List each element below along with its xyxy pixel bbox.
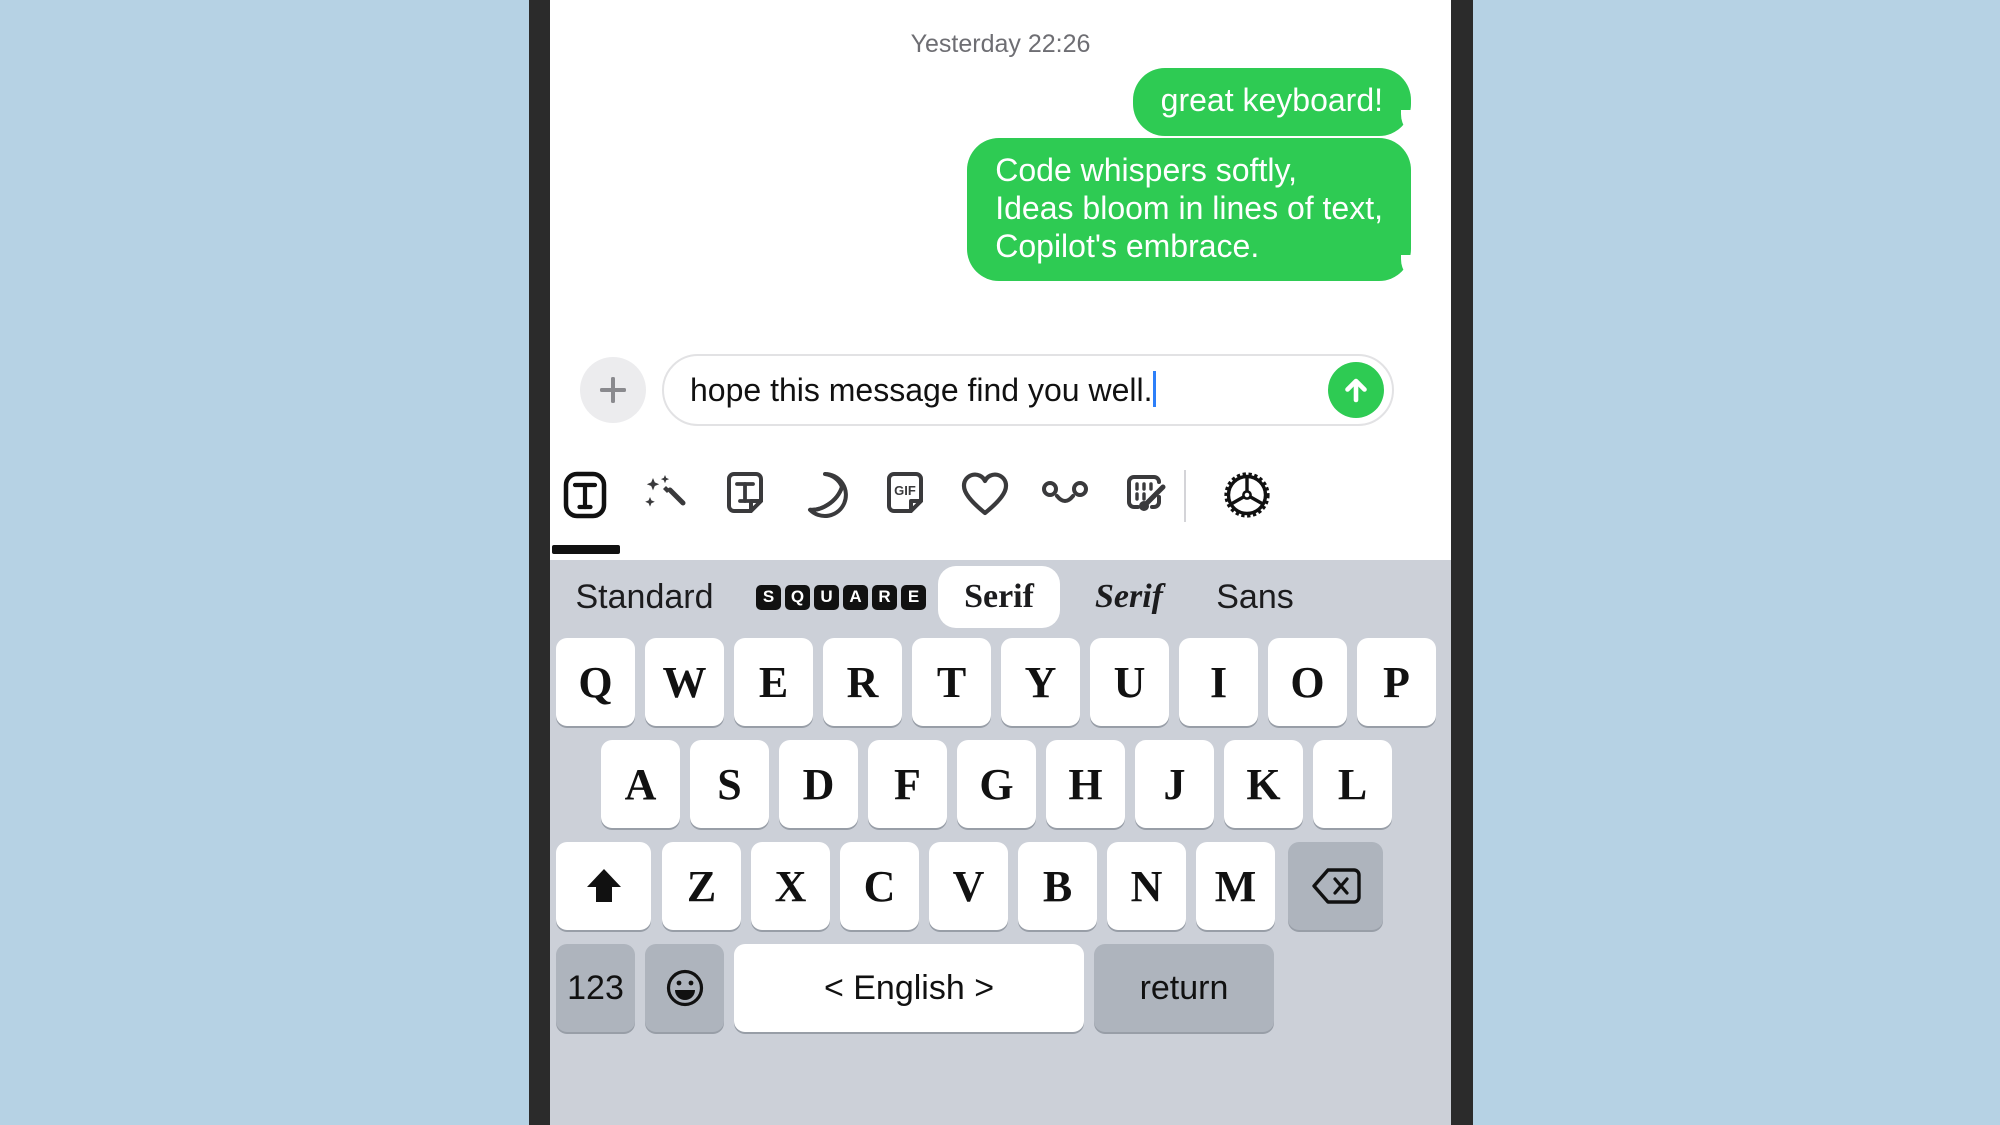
key-n[interactable]: N [1107,842,1186,930]
key-h[interactable]: H [1046,740,1125,828]
message-bubble-outgoing[interactable]: great keyboard! [1132,68,1424,136]
key-g[interactable]: G [957,740,1036,828]
text-sticker-icon [727,472,763,513]
backspace-delete-icon [1311,868,1361,904]
key-l[interactable]: L [1313,740,1392,828]
sticker-peel-icon [808,472,848,518]
font-style-square[interactable]: S Q U A R E [756,566,926,628]
key-q[interactable]: Q [556,638,635,726]
key-o[interactable]: O [1268,638,1347,726]
key-space-language[interactable]: < English > [734,944,1084,1032]
key-s[interactable]: S [690,740,769,828]
square-letter: R [872,584,897,610]
keyboard-toolbar: GIF [550,446,1451,560]
emoji-smiley-icon [666,969,703,1007]
font-style-selector: Standard S Q U A R E Serif Serif Sans [550,560,1451,633]
kaomoji-button[interactable] [1034,464,1096,526]
plus-icon [600,377,626,403]
keyboard-row: A S D F G H J K L [550,740,1451,828]
key-a[interactable]: A [601,740,680,828]
active-tool-indicator [552,545,620,554]
font-style-sans[interactable]: Sans [1200,566,1310,628]
key-return[interactable]: return [1094,944,1274,1032]
key-backspace[interactable] [1288,842,1383,930]
square-letters: S Q U A R E [756,584,926,610]
font-style-serif-bold[interactable]: Serif [938,566,1060,628]
message-input-text: hope this message find you well. [690,372,1153,408]
key-e[interactable]: E [734,638,813,726]
square-letter: E [901,584,926,610]
magic-wand-sparkles-icon [645,475,686,507]
ai-magic-wand-button[interactable] [634,464,696,526]
text-tool-button[interactable] [554,464,616,526]
key-w[interactable]: W [645,638,724,726]
key-m[interactable]: M [1196,842,1275,930]
key-x[interactable]: X [751,842,830,930]
key-r[interactable]: R [823,638,902,726]
key-d[interactable]: D [779,740,858,828]
keyboard-row: 123 < English > return [550,944,1451,1032]
shift-arrow-up-icon [586,869,621,902]
favorites-button[interactable] [954,464,1016,526]
key-u[interactable]: U [1090,638,1169,726]
keyboard-paintbrush-icon [1127,475,1166,511]
square-letter: Q [785,584,810,610]
square-letter: S [756,584,781,610]
gear-icon [1224,472,1270,518]
sticker-button[interactable] [794,464,856,526]
text-tool-icon [563,471,607,519]
add-attachment-button[interactable] [580,357,646,423]
phone-screen: Yesterday 22:26 great keyboard! Code whi… [550,0,1451,1125]
conversation-timestamp: Yesterday 22:26 [910,30,1091,58]
key-p[interactable]: P [1357,638,1436,726]
keyboard-row: Z X C V B N M [550,842,1451,930]
svg-text:GIF: GIF [894,483,916,498]
key-i[interactable]: I [1179,638,1258,726]
send-arrow-up-icon [1345,378,1367,403]
gif-icon: GIF [887,472,923,513]
font-style-serif-italic[interactable]: Serif [1070,566,1188,628]
keyboard-row: Q W E R T Y U I O P [550,638,1451,726]
conversation-thread: Yesterday 22:26 great keyboard! Code whi… [550,0,1451,350]
text-cursor [1153,371,1157,407]
message-input-bar: hope this message find you well. [550,348,1451,446]
message-text-field[interactable]: hope this message find you well. [662,354,1394,426]
key-y[interactable]: Y [1001,638,1080,726]
message-input-value[interactable]: hope this message find you well. [690,356,1157,424]
keyboard-settings-button[interactable] [1216,464,1278,526]
key-t[interactable]: T [912,638,991,726]
square-letter: A [843,584,868,610]
text-sticker-button[interactable] [714,464,776,526]
key-numeric-switch[interactable]: 123 [556,944,635,1032]
send-button[interactable] [1328,362,1384,418]
key-f[interactable]: F [868,740,947,828]
key-b[interactable]: B [1018,842,1097,930]
message-row: Code whispers softly, Ideas bloom in lin… [967,138,1423,282]
key-c[interactable]: C [840,842,919,930]
keyboard-theme-button[interactable] [1114,464,1176,526]
key-shift[interactable] [556,842,651,930]
on-screen-keyboard: Standard S Q U A R E Serif Serif Sans Q … [550,560,1451,1125]
key-j[interactable]: J [1135,740,1214,828]
message-row: great keyboard! [1132,68,1424,136]
font-style-standard[interactable]: Standard [572,566,717,628]
kaomoji-face-icon [1042,481,1088,503]
gif-button[interactable]: GIF [874,464,936,526]
key-z[interactable]: Z [662,842,741,930]
key-v[interactable]: V [929,842,1008,930]
message-bubble-outgoing[interactable]: Code whispers softly, Ideas bloom in lin… [967,138,1423,282]
heart-icon [961,472,1009,516]
toolbar-divider [1184,470,1186,522]
key-emoji-switch[interactable] [645,944,724,1032]
key-k[interactable]: K [1224,740,1303,828]
square-letter: U [814,584,839,610]
